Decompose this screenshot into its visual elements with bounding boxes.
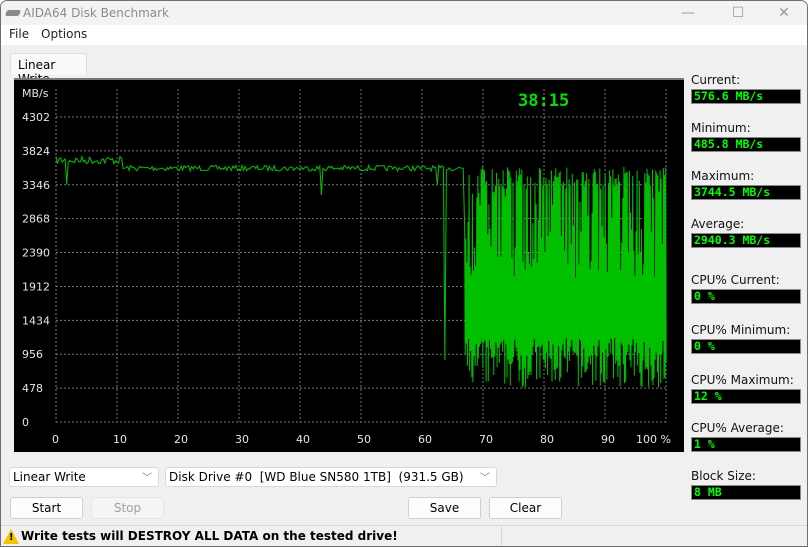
stat-value: 0 % bbox=[691, 289, 801, 304]
chevron-down-icon: ﹀ bbox=[480, 473, 490, 484]
stat-3: Average: 2940.3 MB/s bbox=[691, 217, 801, 248]
stat-5: CPU% Minimum: 0 % bbox=[691, 323, 801, 354]
stat-2: Maximum: 3744.5 MB/s bbox=[691, 169, 801, 200]
save-button[interactable]: Save bbox=[408, 497, 481, 519]
x-tick-label: 20 bbox=[174, 433, 188, 446]
drive-select[interactable]: Disk Drive #0 [WD Blue SN580 1TB] (931.5… bbox=[165, 467, 497, 487]
y-tick-label: 1912 bbox=[22, 280, 50, 293]
stat-value: 1 % bbox=[691, 437, 801, 452]
x-tick-label: 0 bbox=[52, 433, 59, 446]
stat-7: CPU% Average: 1 % bbox=[691, 421, 801, 452]
benchmark-chart: 0 478 956 1434 1912 2390 2868 3346 3824 4302 0 10 20… bbox=[14, 78, 684, 452]
stat-0: Current: 576.6 MB/s bbox=[691, 73, 801, 104]
stat-value: 8 MB bbox=[691, 485, 801, 500]
stat-label: Minimum: bbox=[691, 121, 751, 135]
stat-label: Maximum: bbox=[691, 169, 755, 183]
test-type-select[interactable]: Linear Write ﹀ bbox=[9, 467, 159, 487]
x-tick-label: 70 bbox=[479, 433, 493, 446]
stat-6: CPU% Maximum: 12 % bbox=[691, 373, 801, 404]
close-button[interactable]: ✕ bbox=[761, 1, 807, 25]
y-tick-label: 3824 bbox=[22, 145, 50, 158]
menu-bar: File Options bbox=[1, 25, 807, 45]
title-bar: AIDA64 Disk Benchmark — ☐ ✕ bbox=[1, 1, 807, 25]
x-tick-label: 40 bbox=[296, 433, 310, 446]
y-tick-label: 478 bbox=[22, 382, 43, 395]
y-axis-label: MB/s bbox=[22, 87, 49, 100]
y-tick-label: 0 bbox=[22, 416, 29, 429]
y-tick-label: 2390 bbox=[22, 247, 50, 260]
stat-4: CPU% Current: 0 % bbox=[691, 273, 801, 304]
x-tick-label: 60 bbox=[418, 433, 432, 446]
drive-value: Disk Drive #0 [WD Blue SN580 1TB] (931.5… bbox=[169, 470, 464, 484]
stat-label: CPU% Maximum: bbox=[691, 373, 794, 387]
stat-value: 485.8 MB/s bbox=[691, 137, 801, 152]
minimize-button[interactable]: — bbox=[665, 1, 711, 25]
stat-label: CPU% Current: bbox=[691, 273, 780, 287]
start-button[interactable]: Start bbox=[10, 497, 83, 519]
stat-value: 12 % bbox=[691, 389, 801, 404]
disk-app-icon bbox=[4, 10, 22, 16]
y-tick-label: 956 bbox=[22, 348, 43, 361]
y-tick-label: 3346 bbox=[22, 179, 50, 192]
stat-label: Average: bbox=[691, 217, 745, 231]
warning-icon-mark: ! bbox=[9, 532, 14, 543]
app-window: AIDA64 Disk Benchmark — ☐ ✕ File Options… bbox=[0, 0, 808, 547]
clear-button[interactable]: Clear bbox=[489, 497, 562, 519]
x-tick-label: 50 bbox=[357, 433, 371, 446]
status-warning-text: Write tests will DESTROY ALL DATA on the… bbox=[21, 529, 398, 543]
y-tick-label: 1434 bbox=[22, 314, 50, 327]
menu-file[interactable]: File bbox=[9, 27, 29, 41]
tab-linear-write[interactable]: Linear Write bbox=[10, 53, 87, 86]
chart-svg: 0 478 956 1434 1912 2390 2868 3346 3824 4302 0 10 20… bbox=[22, 87, 671, 446]
stat-value: 2940.3 MB/s bbox=[691, 233, 801, 248]
elapsed-timer: 38:15 bbox=[518, 91, 570, 111]
window-title: AIDA64 Disk Benchmark bbox=[23, 6, 170, 20]
y-tick-label: 4302 bbox=[22, 111, 50, 124]
stat-label: Block Size: bbox=[691, 469, 756, 483]
x-tick-label: 30 bbox=[235, 433, 249, 446]
maximize-button[interactable]: ☐ bbox=[715, 1, 761, 25]
stat-value: 0 % bbox=[691, 339, 801, 354]
stat-value: 576.6 MB/s bbox=[691, 89, 801, 104]
chevron-down-icon: ﹀ bbox=[142, 473, 152, 484]
x-tick-label: 10 bbox=[113, 433, 127, 446]
x-tick-label: 100 % bbox=[636, 433, 671, 446]
stop-button[interactable]: Stop bbox=[91, 497, 164, 519]
stat-1: Minimum: 485.8 MB/s bbox=[691, 121, 801, 152]
stat-label: Current: bbox=[691, 73, 741, 87]
x-tick-label: 80 bbox=[540, 433, 554, 446]
status-bar: ! Write tests will DESTROY ALL DATA on t… bbox=[1, 525, 807, 546]
stat-value: 3744.5 MB/s bbox=[691, 185, 801, 200]
stat-label: CPU% Average: bbox=[691, 421, 784, 435]
status-divider bbox=[501, 526, 502, 546]
test-type-value: Linear Write bbox=[13, 470, 86, 484]
menu-options[interactable]: Options bbox=[41, 27, 87, 41]
x-tick-label: 90 bbox=[601, 433, 615, 446]
stat-8: Block Size: 8 MB bbox=[691, 469, 801, 500]
y-tick-label: 2868 bbox=[22, 213, 50, 226]
stat-label: CPU% Minimum: bbox=[691, 323, 791, 337]
